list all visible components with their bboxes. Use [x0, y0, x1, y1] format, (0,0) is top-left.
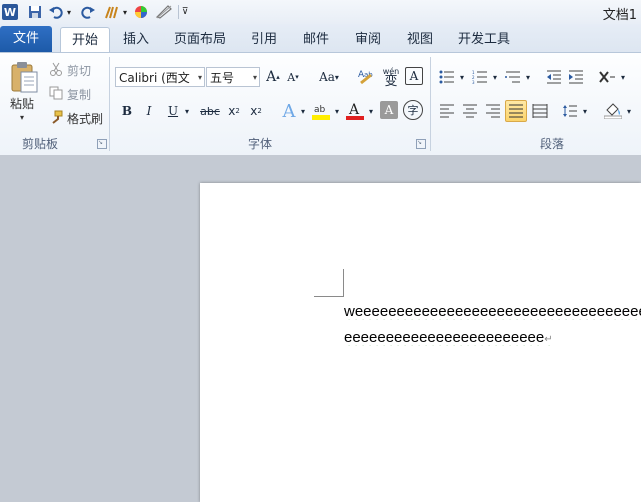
- bullets-icon[interactable]: [437, 67, 457, 87]
- highlight-dropdown-icon[interactable]: ▾: [332, 101, 342, 121]
- tab-review[interactable]: 审阅: [348, 27, 388, 52]
- font-color-dropdown-icon[interactable]: ▾: [366, 101, 376, 121]
- phonetic-char: 变: [384, 74, 398, 89]
- tab-mailings[interactable]: 邮件: [296, 27, 336, 52]
- numbering-dropdown-icon[interactable]: ▾: [490, 67, 500, 87]
- justify-icon[interactable]: [505, 100, 527, 122]
- paragraph-mark-icon: ↵: [544, 334, 553, 345]
- tab-home[interactable]: 开始: [60, 27, 110, 53]
- character-border-icon[interactable]: A: [405, 67, 423, 85]
- redo-icon[interactable]: [80, 3, 96, 21]
- copy-icon[interactable]: [48, 85, 64, 101]
- margin-corner-mark: [314, 296, 344, 297]
- line-spacing-icon[interactable]: [560, 101, 580, 121]
- margin-corner-mark-vertical: [343, 269, 344, 297]
- font-name-select[interactable]: Calibri (西文 ▾: [115, 67, 205, 87]
- clear-format-icon[interactable]: Aab: [356, 65, 376, 87]
- shrink-font-icon[interactable]: A ▾: [284, 67, 302, 87]
- cut-icon[interactable]: [48, 61, 64, 77]
- customize-toolbar-icon[interactable]: ⊽: [180, 3, 190, 21]
- shading-dropdown-icon[interactable]: ▾: [624, 101, 634, 121]
- increase-indent-icon[interactable]: [566, 67, 586, 87]
- tab-developer[interactable]: 开发工具: [452, 27, 516, 52]
- character-shading-icon[interactable]: A: [380, 101, 398, 119]
- color-wheel-icon[interactable]: [133, 3, 149, 21]
- numbering-icon[interactable]: 123: [470, 67, 490, 87]
- ribbon-tabs: 文件 开始 插入 页面布局 引用 邮件 审阅 视图 开发工具: [0, 24, 641, 53]
- svg-text:3: 3: [472, 80, 475, 84]
- document-page[interactable]: weeeeeeeeeeeeeeeeeeeeeeeeeeeeeeeeee eeeee…: [200, 183, 641, 502]
- phonetic-guide-button[interactable]: wén 变: [380, 65, 402, 89]
- change-case-label: Aa: [319, 70, 335, 84]
- align-center-icon[interactable]: [460, 101, 480, 121]
- tab-page-layout[interactable]: 页面布局: [168, 27, 232, 52]
- distributed-icon[interactable]: [530, 101, 550, 121]
- paste-dropdown-icon[interactable]: ▾: [20, 113, 24, 122]
- eraser-pen-icon[interactable]: [155, 3, 173, 21]
- bullets-dropdown-icon[interactable]: ▾: [457, 67, 467, 87]
- tab-view[interactable]: 视图: [400, 27, 440, 52]
- paragraph-group-label: 段落: [540, 137, 565, 151]
- font-size-value: 五号: [210, 71, 235, 85]
- decrease-indent-icon[interactable]: [544, 67, 564, 87]
- save-icon[interactable]: [26, 3, 44, 21]
- ribbon: 粘贴 ▾ 剪切 复制 格式刷 剪贴板 ↘ Calibri (西文 ▾ 五号 ▾ …: [0, 52, 641, 156]
- font-size-select[interactable]: 五号 ▾: [206, 67, 260, 87]
- svg-text:A: A: [348, 102, 360, 118]
- word-logo-icon[interactable]: W: [2, 4, 18, 20]
- italic-icon[interactable]: I: [140, 101, 158, 121]
- undo-icon[interactable]: [48, 3, 64, 21]
- superscript-icon[interactable]: x2: [247, 101, 265, 121]
- chinese-layout-icon[interactable]: [596, 67, 618, 87]
- strikethrough-icon[interactable]: abc: [198, 101, 222, 121]
- grow-font-icon[interactable]: A ▴: [264, 67, 282, 87]
- align-right-icon[interactable]: [483, 101, 503, 121]
- document-title: 文档1: [602, 8, 637, 23]
- svg-text:ab: ab: [314, 105, 326, 115]
- cut-label[interactable]: 剪切: [67, 62, 91, 79]
- format-painter-icon[interactable]: [48, 109, 64, 125]
- enclose-characters-icon[interactable]: 字: [403, 100, 423, 120]
- shading-icon[interactable]: [602, 99, 624, 121]
- underline-icon[interactable]: U: [164, 101, 182, 121]
- highlight-icon[interactable]: ab: [310, 99, 332, 123]
- font-color-icon[interactable]: A: [344, 99, 366, 123]
- underline-dropdown-icon[interactable]: ▾: [182, 101, 192, 121]
- draw-icon[interactable]: [103, 3, 121, 21]
- title-bar: W ▾ ▾ ⊽ 文档1: [0, 0, 641, 25]
- bold-icon[interactable]: B: [118, 101, 136, 121]
- chinese-layout-dropdown-icon[interactable]: ▾: [618, 67, 628, 87]
- font-name-dropdown-icon[interactable]: ▾: [198, 68, 202, 86]
- paste-label[interactable]: 粘贴: [10, 95, 34, 112]
- tab-file[interactable]: 文件: [0, 26, 52, 52]
- paste-icon[interactable]: [6, 57, 42, 97]
- tab-insert[interactable]: 插入: [116, 27, 156, 52]
- font-size-dropdown-icon[interactable]: ▾: [253, 68, 257, 86]
- clipboard-launcher-icon[interactable]: ↘: [97, 139, 107, 149]
- font-name-value: Calibri (西文: [119, 71, 190, 85]
- text-effects-dropdown-icon[interactable]: ▾: [298, 101, 308, 121]
- multilevel-list-icon[interactable]: [503, 67, 523, 87]
- format-painter-label[interactable]: 格式刷: [67, 110, 103, 127]
- font-group-label: 字体: [248, 137, 273, 151]
- font-launcher-icon[interactable]: ↘: [416, 139, 426, 149]
- document-text-line-1[interactable]: weeeeeeeeeeeeeeeeeeeeeeeeeeeeeeeeeeeeeee…: [344, 303, 641, 320]
- text-effects-icon[interactable]: A: [278, 99, 300, 123]
- clipboard-group-label: 剪贴板: [22, 137, 59, 151]
- document-text-line-2[interactable]: eeeeeeeeeeeeeeeeeeeeeeee↵: [344, 329, 553, 346]
- document-workspace[interactable]: weeeeeeeeeeeeeeeeeeeeeeeeeeeeeeeeee eeeee…: [0, 155, 641, 502]
- tab-references[interactable]: 引用: [244, 27, 284, 52]
- multilevel-dropdown-icon[interactable]: ▾: [523, 67, 533, 87]
- copy-label[interactable]: 复制: [67, 86, 91, 103]
- line-spacing-dropdown-icon[interactable]: ▾: [580, 101, 590, 121]
- draw-dropdown-icon[interactable]: ▾: [120, 3, 130, 21]
- subscript-icon[interactable]: x2: [225, 101, 243, 121]
- change-case-button[interactable]: Aa ▾: [316, 67, 342, 87]
- undo-dropdown-icon[interactable]: ▾: [64, 3, 74, 21]
- document-text-line-2-text: eeeeeeeeeeeeeeeeeeeeeeee: [344, 329, 545, 346]
- align-left-icon[interactable]: [437, 101, 457, 121]
